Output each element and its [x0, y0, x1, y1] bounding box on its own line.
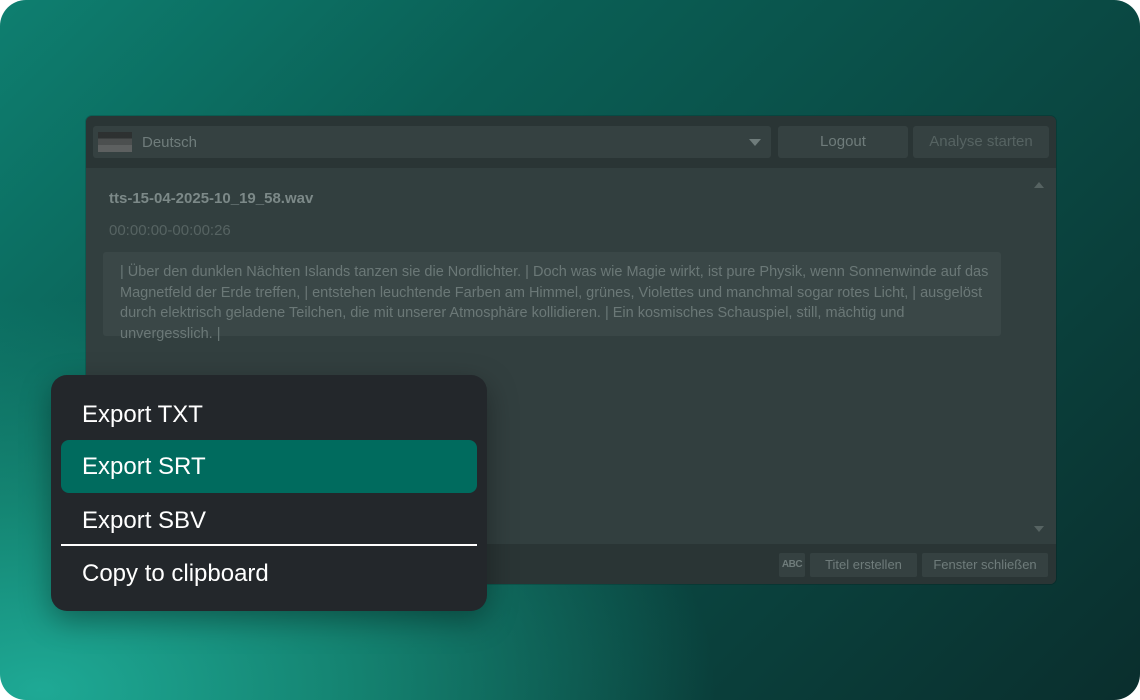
time-range: 00:00:00-00:00:26	[109, 222, 231, 239]
flag-icon	[98, 132, 132, 152]
language-label: Deutsch	[142, 134, 198, 151]
menu-item-export-sbv[interactable]: Export SBV	[61, 494, 477, 547]
background: Deutsch Logout Analyse starten tts-15-04…	[0, 0, 1140, 700]
language-dropdown[interactable]: Deutsch	[93, 126, 771, 158]
chevron-down-icon	[749, 139, 761, 146]
menu-divider	[61, 544, 477, 546]
context-menu: Export TXT Export SRT Export SBV Copy to…	[51, 375, 487, 611]
file-name: tts-15-04-2025-10_19_58.wav	[109, 190, 314, 207]
menu-item-export-txt[interactable]: Export TXT	[61, 388, 477, 441]
close-window-button[interactable]: Fenster schließen	[922, 553, 1048, 577]
start-analysis-button[interactable]: Analyse starten	[913, 126, 1049, 158]
transcript-text[interactable]: | Über den dunklen Nächten Islands tanze…	[103, 252, 1001, 342]
scroll-up-icon[interactable]	[1034, 182, 1044, 188]
logout-button[interactable]: Logout	[778, 126, 908, 158]
scroll-down-icon[interactable]	[1034, 526, 1044, 532]
toolbar: Deutsch Logout Analyse starten	[86, 116, 1056, 168]
menu-item-export-srt[interactable]: Export SRT	[61, 440, 477, 493]
menu-item-copy-clipboard[interactable]: Copy to clipboard	[61, 547, 477, 600]
create-title-button[interactable]: Titel erstellen	[810, 553, 917, 577]
spellcheck-icon[interactable]: ABC	[779, 553, 805, 577]
